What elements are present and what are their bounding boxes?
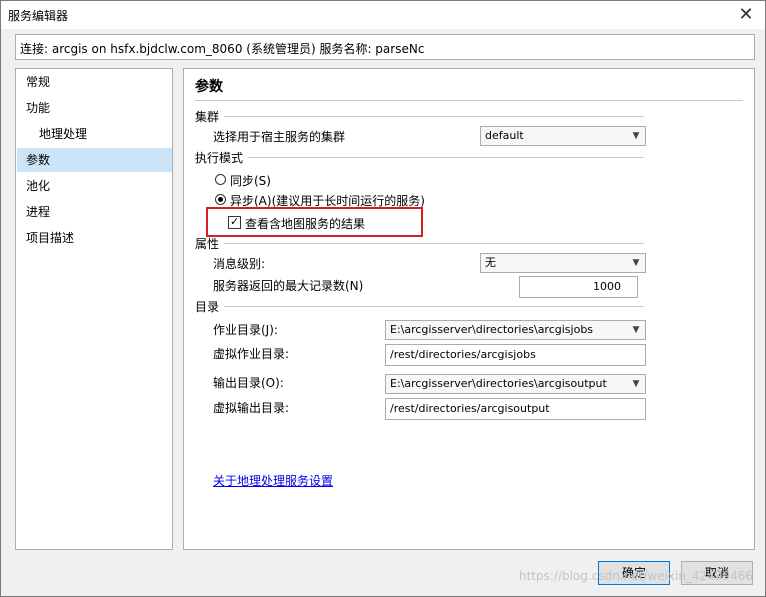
cluster-label: 选择用于宿主服务的集群	[213, 130, 346, 144]
close-icon[interactable]: ✕	[735, 4, 757, 26]
jobs-dir-label: 作业目录(J):	[213, 323, 278, 337]
highlight-box	[206, 207, 423, 237]
about-geoprocessing-link[interactable]: 关于地理处理服务设置	[213, 472, 333, 489]
message-level-select[interactable]: 无 ▼	[480, 253, 646, 273]
radio-sync[interactable]	[215, 174, 226, 185]
watermark: https://blog.csdn.net/weixin_42499466	[518, 569, 753, 583]
chevron-down-icon: ▼	[632, 325, 640, 335]
max-records-label: 服务器返回的最大记录数(N)	[213, 279, 364, 293]
section-divider	[224, 116, 644, 117]
panel-title: 参数	[195, 79, 223, 95]
nav-item-geoprocessing[interactable]: 地理处理	[17, 122, 172, 146]
section-directories: 目录	[195, 300, 220, 314]
message-level-value: 无	[485, 256, 496, 269]
chevron-down-icon: ▼	[632, 258, 640, 268]
nav-item-processes[interactable]: 进程	[17, 200, 172, 224]
output-dir-value: E:\arcgisserver\directories\arcgisoutput	[390, 377, 607, 390]
virtual-output-dir-label: 虚拟输出目录:	[213, 401, 290, 415]
parameters-panel: 参数 集群 选择用于宿主服务的集群 default ▼ 执行模式 同步(S) 异…	[183, 68, 755, 550]
cluster-select-value: default	[485, 129, 524, 142]
section-cluster: 集群	[195, 110, 220, 124]
window-title: 服务编辑器	[8, 9, 69, 23]
nav-item-parameters[interactable]: 参数	[17, 148, 172, 172]
section-divider	[248, 157, 644, 158]
title-divider	[195, 100, 743, 101]
jobs-dir-select[interactable]: E:\arcgisserver\directories\arcgisjobs ▼	[385, 320, 646, 340]
jobs-dir-value: E:\arcgisserver\directories\arcgisjobs	[390, 323, 594, 336]
section-divider	[224, 243, 644, 244]
nav-item-pooling[interactable]: 池化	[17, 174, 172, 198]
radio-async[interactable]	[215, 194, 226, 205]
title-bar: 服务编辑器 ✕	[1, 1, 765, 29]
cluster-select[interactable]: default ▼	[480, 126, 646, 146]
output-dir-select[interactable]: E:\arcgisserver\directories\arcgisoutput…	[385, 374, 646, 394]
left-navigation: 常规 功能 地理处理 参数 池化 进程 项目描述	[15, 68, 173, 550]
section-properties: 属性	[195, 237, 220, 251]
chevron-down-icon: ▼	[632, 131, 640, 141]
virtual-output-dir-input[interactable]: /rest/directories/arcgisoutput	[385, 398, 646, 420]
nav-item-item-description[interactable]: 项目描述	[17, 226, 172, 250]
nav-item-general[interactable]: 常规	[17, 70, 172, 94]
service-editor-dialog: 服务编辑器 ✕ 连接: arcgis on hsfx.bjdclw.com_80…	[0, 0, 766, 597]
nav-item-capabilities[interactable]: 功能	[17, 96, 172, 120]
section-divider	[224, 306, 644, 307]
virtual-jobs-dir-input[interactable]: /rest/directories/arcgisjobs	[385, 344, 646, 366]
max-records-input[interactable]: 1000	[519, 276, 638, 298]
radio-sync-label: 同步(S)	[230, 174, 271, 188]
chevron-down-icon: ▼	[632, 379, 640, 389]
message-level-label: 消息级别:	[213, 257, 266, 271]
connection-info: 连接: arcgis on hsfx.bjdclw.com_8060 (系统管理…	[15, 34, 755, 60]
output-dir-label: 输出目录(O):	[213, 376, 284, 390]
section-execution-mode: 执行模式	[195, 151, 244, 165]
virtual-jobs-dir-label: 虚拟作业目录:	[213, 347, 290, 361]
